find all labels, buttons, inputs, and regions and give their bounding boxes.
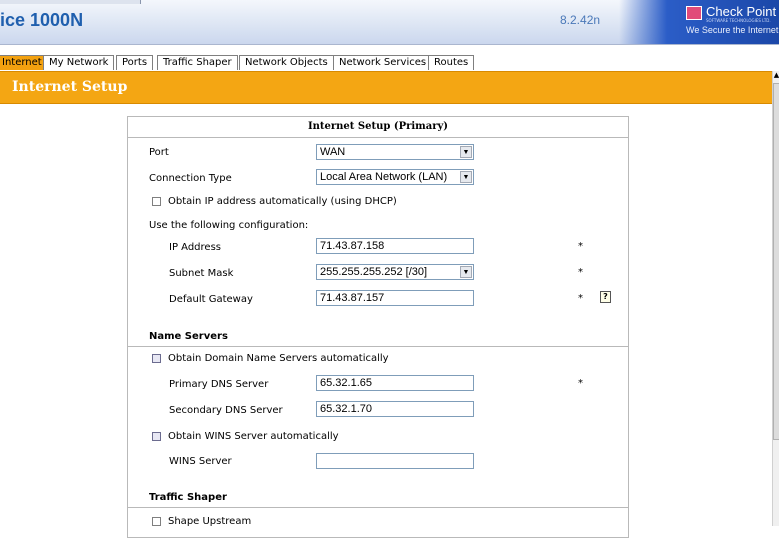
- auto-wins-checkbox[interactable]: [152, 432, 161, 441]
- subnet-mask-value: 255.255.255.252 [/30]: [320, 266, 428, 278]
- wins-server-label: WINS Server: [169, 456, 232, 467]
- internet-setup-panel: Internet Setup (Primary) Port WAN ▼ Conn…: [127, 116, 629, 538]
- connection-type-select[interactable]: Local Area Network (LAN) ▼: [316, 169, 474, 185]
- required-marker: *: [578, 267, 583, 278]
- vertical-scrollbar[interactable]: ▲: [772, 71, 779, 526]
- secondary-dns-input[interactable]: [316, 401, 474, 417]
- scroll-thumb[interactable]: [773, 83, 779, 440]
- scroll-up-arrow-icon[interactable]: ▲: [773, 71, 779, 79]
- section-banner: Internet Setup: [0, 71, 772, 104]
- subnet-mask-select[interactable]: 255.255.255.252 [/30] ▼: [316, 264, 474, 280]
- chevron-down-icon[interactable]: ▼: [460, 266, 472, 278]
- required-marker: *: [578, 378, 583, 389]
- section-divider: [128, 507, 628, 508]
- dhcp-checkbox[interactable]: [152, 197, 161, 206]
- primary-dns-label: Primary DNS Server: [169, 379, 269, 390]
- port-select-value: WAN: [320, 146, 346, 158]
- required-marker: *: [578, 293, 583, 304]
- chevron-down-icon[interactable]: ▼: [460, 171, 472, 183]
- tab-ports[interactable]: Ports: [116, 55, 154, 70]
- chevron-down-icon[interactable]: ▼: [460, 146, 472, 158]
- tab-traffic-shaper[interactable]: Traffic Shaper: [157, 55, 238, 70]
- connection-type-label: Connection Type: [149, 173, 232, 184]
- brand-name: Check Point: [706, 4, 777, 19]
- tab-my-network[interactable]: My Network: [43, 55, 115, 70]
- subnet-mask-label: Subnet Mask: [169, 268, 234, 279]
- checkpoint-logo-icon: [686, 6, 702, 20]
- tab-network-services[interactable]: Network Services: [333, 55, 433, 70]
- auto-wins-label: Obtain WINS Server automatically: [168, 431, 339, 442]
- tab-internet[interactable]: Internet: [0, 55, 48, 70]
- firmware-version: 8.2.42n: [560, 13, 601, 27]
- app-header: ice 1000N 8.2.42n Check Point SOFTWARE T…: [0, 0, 779, 45]
- wins-server-input[interactable]: [316, 453, 474, 469]
- primary-dns-input[interactable]: [316, 375, 474, 391]
- auto-dns-label: Obtain Domain Name Servers automatically: [168, 353, 389, 364]
- connection-type-value: Local Area Network (LAN): [320, 171, 448, 183]
- section-divider: [128, 346, 628, 347]
- help-icon[interactable]: ?: [600, 291, 611, 303]
- name-servers-title: Name Servers: [149, 331, 228, 342]
- default-gateway-label: Default Gateway: [169, 294, 253, 305]
- shape-upstream-label: Shape Upstream: [168, 516, 252, 527]
- ip-address-label: IP Address: [169, 242, 221, 253]
- auto-dns-checkbox[interactable]: [152, 354, 161, 363]
- panel-heading: Internet Setup (Primary): [128, 117, 628, 138]
- shape-upstream-checkbox[interactable]: [152, 517, 161, 526]
- product-title: ice 1000N: [0, 10, 84, 30]
- secondary-dns-label: Secondary DNS Server: [169, 405, 283, 416]
- brand-tagline: We Secure the Internet: [686, 25, 779, 35]
- traffic-shaper-title: Traffic Shaper: [149, 492, 227, 503]
- use-config-label: Use the following configuration:: [149, 220, 309, 231]
- port-label: Port: [149, 147, 169, 158]
- page-title: Internet Setup: [12, 79, 128, 95]
- port-select[interactable]: WAN ▼: [316, 144, 474, 160]
- dhcp-label: Obtain IP address automatically (using D…: [168, 196, 397, 207]
- ip-address-input[interactable]: [316, 238, 474, 254]
- window-top-strip: [0, 0, 141, 4]
- tab-network-objects[interactable]: Network Objects: [239, 55, 334, 70]
- default-gateway-input[interactable]: [316, 290, 474, 306]
- required-marker: *: [578, 241, 583, 252]
- brand-subtitle: SOFTWARE TECHNOLOGIES LTD.: [706, 18, 771, 23]
- tab-routes[interactable]: Routes: [428, 55, 475, 70]
